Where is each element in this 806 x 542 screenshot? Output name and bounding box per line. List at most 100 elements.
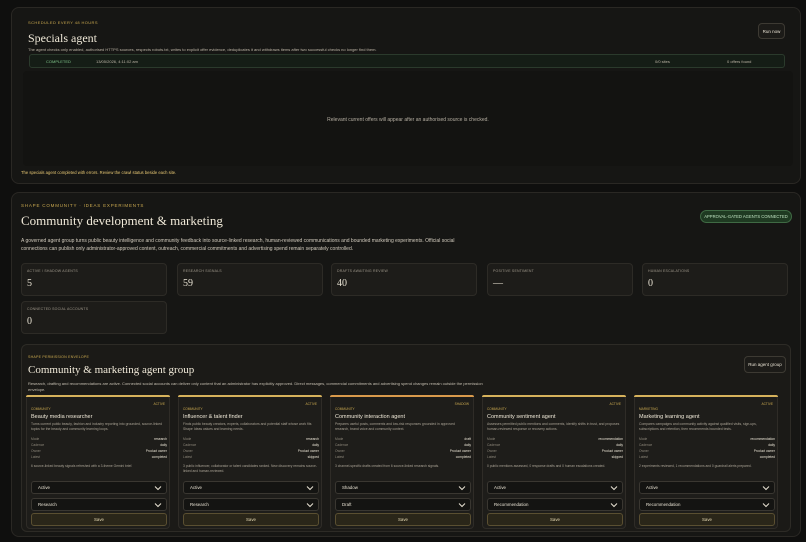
agent-description: Compares campaigns and community activit… [639, 422, 757, 431]
status-select[interactable]: Shadow [335, 481, 471, 494]
agent-description: Finds public beauty creators, experts, c… [183, 422, 312, 431]
metric-value: 40 [337, 278, 347, 289]
agent-category: COMMUNITY [183, 407, 203, 411]
mode-value: research [154, 437, 167, 441]
mode-select-value: Research [38, 502, 57, 507]
chevron-down-icon [154, 486, 162, 491]
metric-label: RESEARCH SIGNALS [183, 269, 222, 273]
save-button[interactable]: Save [335, 513, 471, 526]
status-select[interactable]: Active [183, 481, 319, 494]
latest-key: Latest [639, 455, 648, 459]
mode-select[interactable]: Research [183, 498, 319, 511]
mode-select-value: Draft [342, 502, 352, 507]
latest-value: completed [455, 455, 471, 459]
agent-name: Community sentiment agent [487, 414, 556, 420]
owner-value: Product owner [297, 449, 319, 453]
latest-key: Latest [31, 455, 40, 459]
agent-name: Beauty media researcher [31, 414, 93, 420]
metric-value: 5 [27, 278, 32, 289]
agent-category: MARKETING [639, 407, 658, 411]
empty-offers-message: Relevant current offers will appear afte… [327, 117, 489, 123]
community-title: Community development & marketing [21, 213, 223, 228]
chevron-down-icon [306, 486, 314, 491]
agent-state: ACTIVE [761, 402, 773, 406]
agent-summary: 6 source-linked beauty signals refreshed… [31, 464, 133, 468]
mode-value: research [306, 437, 319, 441]
status-label: COMPLETED [46, 59, 71, 64]
agent-state: ACTIVE [305, 402, 317, 406]
agent-category: COMMUNITY [335, 407, 355, 411]
agent-group-description: Research, drafting and recommendations a… [28, 381, 483, 392]
status-select-value: Active [494, 485, 506, 490]
mode-select[interactable]: Draft [335, 498, 471, 511]
metric-card: DRAFTS AWAITING REVIEW 40 [331, 263, 477, 296]
crawl-status-row: COMPLETED 13/05/2026, 4:11:02 am 0/0 sit… [29, 54, 785, 68]
run-agent-group-button[interactable]: Run agent group [744, 356, 786, 373]
status-select-value: Active [38, 485, 50, 490]
mode-select-value: Research [190, 502, 209, 507]
agent-group-panel: SHAPE PERMISSION ENVELOPE Community & ma… [21, 344, 791, 532]
metric-label: HUMAN ESCALATIONS [648, 269, 690, 273]
owner-value: Product owner [753, 449, 775, 453]
latest-row: Latest skipped [183, 455, 319, 461]
mode-select[interactable]: Recommendation [487, 498, 623, 511]
latest-value: skipped [307, 455, 319, 459]
cadence-value: daily [312, 443, 319, 447]
agent-summary: 3 public influencer, collaborator or tal… [183, 464, 317, 473]
status-select[interactable]: Active [31, 481, 167, 494]
latest-value: completed [151, 455, 167, 459]
specials-schedule-label: SCHEDULED EVERY 48 HOURS [28, 20, 98, 25]
status-select[interactable]: Active [487, 481, 623, 494]
mode-select[interactable]: Research [31, 498, 167, 511]
save-button[interactable]: Save [183, 513, 319, 526]
cadence-value: daily [464, 443, 471, 447]
mode-select[interactable]: Recommendation [639, 498, 775, 511]
cadence-key: Cadence [183, 443, 197, 447]
chevron-down-icon [458, 503, 466, 508]
owner-key: Owner [639, 449, 649, 453]
owner-value: Product owner [145, 449, 167, 453]
cadence-value: daily [160, 443, 167, 447]
latest-key: Latest [335, 455, 344, 459]
agent-description: Assesses permitted public mentions and c… [487, 422, 620, 431]
latest-row: Latest completed [335, 455, 471, 461]
owner-key: Owner [335, 449, 345, 453]
agent-category: COMMUNITY [487, 407, 507, 411]
metric-label: POSITIVE SENTIMENT [493, 269, 534, 273]
agent-card: SHADOW COMMUNITY Community interaction a… [330, 395, 474, 529]
chevron-down-icon [458, 486, 466, 491]
agent-card: ACTIVE COMMUNITY Beauty media researcher… [26, 395, 170, 529]
agent-name: Marketing learning agent [639, 414, 700, 420]
specials-error-message: The specials agent completed with errors… [21, 170, 177, 175]
metric-value: — [493, 278, 503, 289]
agent-description: Turns current public beauty, fashion and… [31, 422, 162, 431]
card-accent-bar [634, 395, 778, 397]
status-select-value: Active [190, 485, 202, 490]
cadence-key: Cadence [31, 443, 45, 447]
status-select-value: Shadow [342, 485, 358, 490]
card-accent-bar [26, 395, 170, 397]
agent-group-title: Community & marketing agent group [28, 364, 195, 376]
metric-label: ACTIVE / SHADOW AGENTS [27, 269, 78, 273]
metric-label: CONNECTED SOCIAL ACCOUNTS [27, 307, 89, 311]
save-button[interactable]: Save [487, 513, 623, 526]
save-button[interactable]: Save [31, 513, 167, 526]
cadence-key: Cadence [639, 443, 653, 447]
status-select[interactable]: Active [639, 481, 775, 494]
latest-value: completed [759, 455, 775, 459]
agent-group-eyebrow: SHAPE PERMISSION ENVELOPE [28, 355, 90, 359]
mode-select-value: Recommendation [646, 502, 681, 507]
mode-key: Mode [31, 437, 40, 441]
latest-key: Latest [183, 455, 192, 459]
agent-description: Prepares useful posts, comments and low-… [335, 422, 455, 431]
mode-value: draft [464, 437, 471, 441]
metric-label: DRAFTS AWAITING REVIEW [337, 269, 389, 273]
run-now-button[interactable]: Run now [758, 23, 785, 39]
agent-card: ACTIVE COMMUNITY Community sentiment age… [482, 395, 626, 529]
metric-card: POSITIVE SENTIMENT — [487, 263, 633, 296]
run-timestamp: 13/05/2026, 4:11:02 am [96, 59, 138, 64]
save-button[interactable]: Save [639, 513, 775, 526]
chevron-down-icon [610, 503, 618, 508]
mode-key: Mode [487, 437, 496, 441]
card-accent-bar [330, 395, 474, 397]
